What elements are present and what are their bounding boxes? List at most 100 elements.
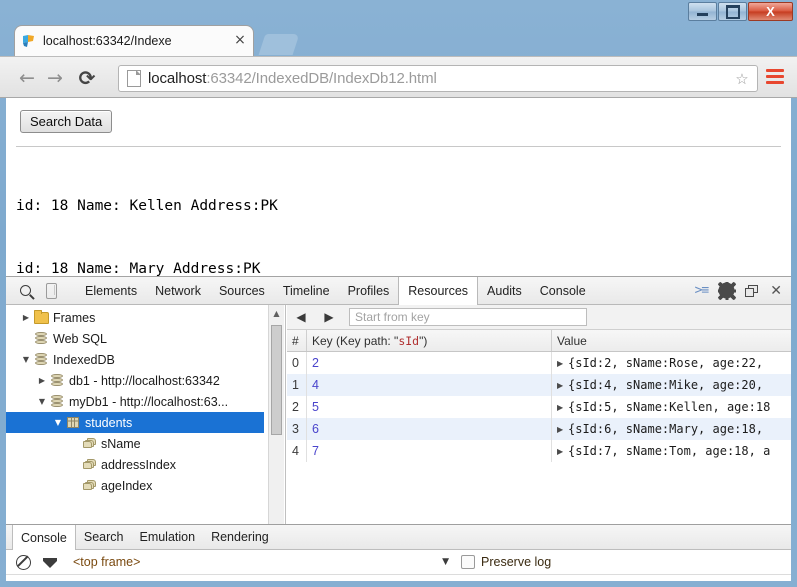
inspect-search-icon[interactable]: [12, 277, 38, 304]
sidebar-item-label: sName: [101, 436, 141, 451]
sidebar-item-label: IndexedDB: [53, 352, 115, 367]
expand-triangle-icon[interactable]: ▶: [557, 425, 568, 434]
chevron-down-icon[interactable]: ▼: [36, 397, 48, 406]
tab-resources[interactable]: Resources: [398, 277, 479, 305]
sidebar-item-mydb1[interactable]: ▼ myDb1 - http://localhost:63...: [6, 391, 264, 412]
tab-elements[interactable]: Elements: [76, 277, 146, 304]
new-tab-button[interactable]: [258, 34, 300, 55]
index-icon: [80, 480, 98, 491]
sidebar-item-db1[interactable]: ▶ db1 - http://localhost:63342: [6, 370, 264, 391]
next-page-button[interactable]: ▶: [315, 305, 343, 329]
cell-key: 5: [307, 396, 552, 418]
sidebar-item-indexeddb[interactable]: ▼ IndexedDB: [6, 349, 264, 370]
cell-index: 0: [287, 352, 307, 374]
bookmark-star-icon[interactable]: ☆: [733, 70, 751, 88]
tab-favicon-icon: [21, 33, 37, 49]
address-bar-url: localhost:63342/IndexedDB/IndexDb12.html: [148, 70, 733, 87]
table-row[interactable]: 4 7 ▶ {sId:7, sName:Tom, age:18, a: [287, 440, 791, 462]
close-devtools-icon[interactable]: ✕: [770, 277, 782, 304]
back-button[interactable]: ←: [14, 65, 40, 91]
tab-timeline[interactable]: Timeline: [274, 277, 339, 304]
tab-profiles[interactable]: Profiles: [339, 277, 399, 304]
expand-triangle-icon[interactable]: ▶: [557, 359, 568, 368]
sidebar-item-label: Web SQL: [53, 331, 107, 346]
tab-network[interactable]: Network: [146, 277, 210, 304]
folder-icon: [32, 309, 50, 324]
sidebar-item-label: ageIndex: [101, 478, 153, 493]
sidebar-item-frames[interactable]: ▶ Frames: [6, 307, 264, 328]
table-row[interactable]: 2 5 ▶ {sId:5, sName:Kellen, age:18: [287, 396, 791, 418]
start-from-key-input[interactable]: Start from key: [349, 308, 587, 326]
resources-sidebar: ▶ Frames Web SQL ▼ IndexedDB ▶ db1 - htt…: [6, 305, 286, 553]
device-mode-icon[interactable]: [38, 277, 64, 304]
sidebar-item-ageindex[interactable]: ageIndex: [6, 475, 264, 496]
devtools-panel: Elements Network Sources Timeline Profil…: [6, 276, 791, 581]
chevron-down-icon[interactable]: ▼: [20, 355, 32, 364]
table-row[interactable]: 0 2 ▶ {sId:2, sName:Rose, age:22,: [287, 352, 791, 374]
tab-audits[interactable]: Audits: [478, 277, 531, 304]
cell-value: ▶ {sId:4, sName:Mike, age:20,: [552, 374, 790, 396]
dock-position-icon[interactable]: [745, 277, 759, 304]
sidebar-item-label: myDb1 - http://localhost:63...: [69, 394, 229, 409]
filter-icon[interactable]: [43, 557, 57, 568]
drawer-tab-emulation[interactable]: Emulation: [131, 525, 203, 549]
search-data-button[interactable]: Search Data: [20, 110, 113, 133]
scrollbar-thumb[interactable]: [271, 325, 282, 435]
settings-gear-icon[interactable]: [717, 277, 736, 304]
preserve-log-toggle[interactable]: Preserve log: [461, 555, 791, 569]
grid-header-row: # Key (Key path: " sId ") Value: [287, 330, 791, 352]
tab-strip: localhost:63342/Indexe ×: [0, 0, 797, 56]
forward-button[interactable]: →: [42, 65, 68, 91]
drawer-tab-console[interactable]: Console: [12, 525, 76, 550]
tab-console[interactable]: Console: [531, 277, 595, 304]
scroll-up-icon[interactable]: ▲: [269, 305, 284, 321]
console-toggle-icon[interactable]: >≡: [695, 277, 710, 304]
grid-toolbar: ◀ ▶ Start from key: [287, 305, 791, 330]
page-document-icon: [127, 70, 141, 87]
column-header-key[interactable]: Key (Key path: " sId "): [307, 330, 552, 351]
cell-key: 4: [307, 374, 552, 396]
table-row[interactable]: 1 4 ▶ {sId:4, sName:Mike, age:20,: [287, 374, 791, 396]
cell-index: 1: [287, 374, 307, 396]
chevron-down-icon[interactable]: ▼: [52, 418, 64, 427]
previous-page-button[interactable]: ◀: [287, 305, 315, 329]
chevron-right-icon[interactable]: ▶: [36, 376, 48, 385]
expand-triangle-icon[interactable]: ▶: [557, 381, 568, 390]
tab-sources[interactable]: Sources: [210, 277, 274, 304]
cell-value: ▶ {sId:5, sName:Kellen, age:18: [552, 396, 790, 418]
tab-close-icon[interactable]: ×: [233, 33, 247, 48]
chrome-menu-icon[interactable]: [766, 69, 784, 85]
url-host: localhost: [148, 70, 207, 87]
column-header-value[interactable]: Value: [552, 330, 790, 351]
address-bar[interactable]: localhost:63342/IndexedDB/IndexDb12.html…: [118, 65, 758, 92]
database-icon: [48, 374, 66, 387]
sidebar-item-web-sql[interactable]: Web SQL: [6, 328, 264, 349]
sidebar-item-addressindex[interactable]: addressIndex: [6, 454, 264, 475]
clear-console-icon[interactable]: [16, 554, 31, 570]
expand-triangle-icon[interactable]: ▶: [557, 403, 568, 412]
sidebar-scrollbar[interactable]: ▲ ▼: [268, 305, 284, 553]
sidebar-item-sname[interactable]: sName: [6, 433, 264, 454]
drawer-tab-search[interactable]: Search: [76, 525, 132, 549]
column-header-index[interactable]: #: [287, 330, 307, 351]
chevron-down-icon[interactable]: ▼: [442, 557, 449, 567]
result-line: id: 18 Name: Kellen Address:PK: [16, 198, 278, 214]
grid-rows: 0 2 ▶ {sId:2, sName:Rose, age:22, 1 4 ▶ {s…: [287, 352, 791, 462]
drawer-tab-rendering[interactable]: Rendering: [203, 525, 277, 549]
sidebar-item-students[interactable]: ▼ students: [6, 412, 264, 433]
expand-triangle-icon[interactable]: ▶: [557, 447, 568, 456]
object-store-icon: [64, 417, 82, 428]
devtools-body: ▶ Frames Web SQL ▼ IndexedDB ▶ db1 - htt…: [6, 305, 791, 553]
frame-selector[interactable]: <top frame>: [73, 555, 140, 569]
browser-tab[interactable]: localhost:63342/Indexe ×: [14, 25, 254, 56]
cell-key: 2: [307, 352, 552, 374]
chevron-right-icon[interactable]: ▶: [20, 313, 32, 322]
cell-value: ▶ {sId:2, sName:Rose, age:22,: [552, 352, 790, 374]
page-divider: [16, 146, 781, 147]
database-icon: [32, 332, 50, 345]
reload-button[interactable]: ⟳: [74, 65, 100, 91]
table-row[interactable]: 3 6 ▶ {sId:6, sName:Mary, age:18,: [287, 418, 791, 440]
preserve-log-checkbox[interactable]: [461, 555, 475, 569]
resources-tree: ▶ Frames Web SQL ▼ IndexedDB ▶ db1 - htt…: [6, 307, 264, 496]
tab-title: localhost:63342/Indexe: [43, 34, 172, 48]
